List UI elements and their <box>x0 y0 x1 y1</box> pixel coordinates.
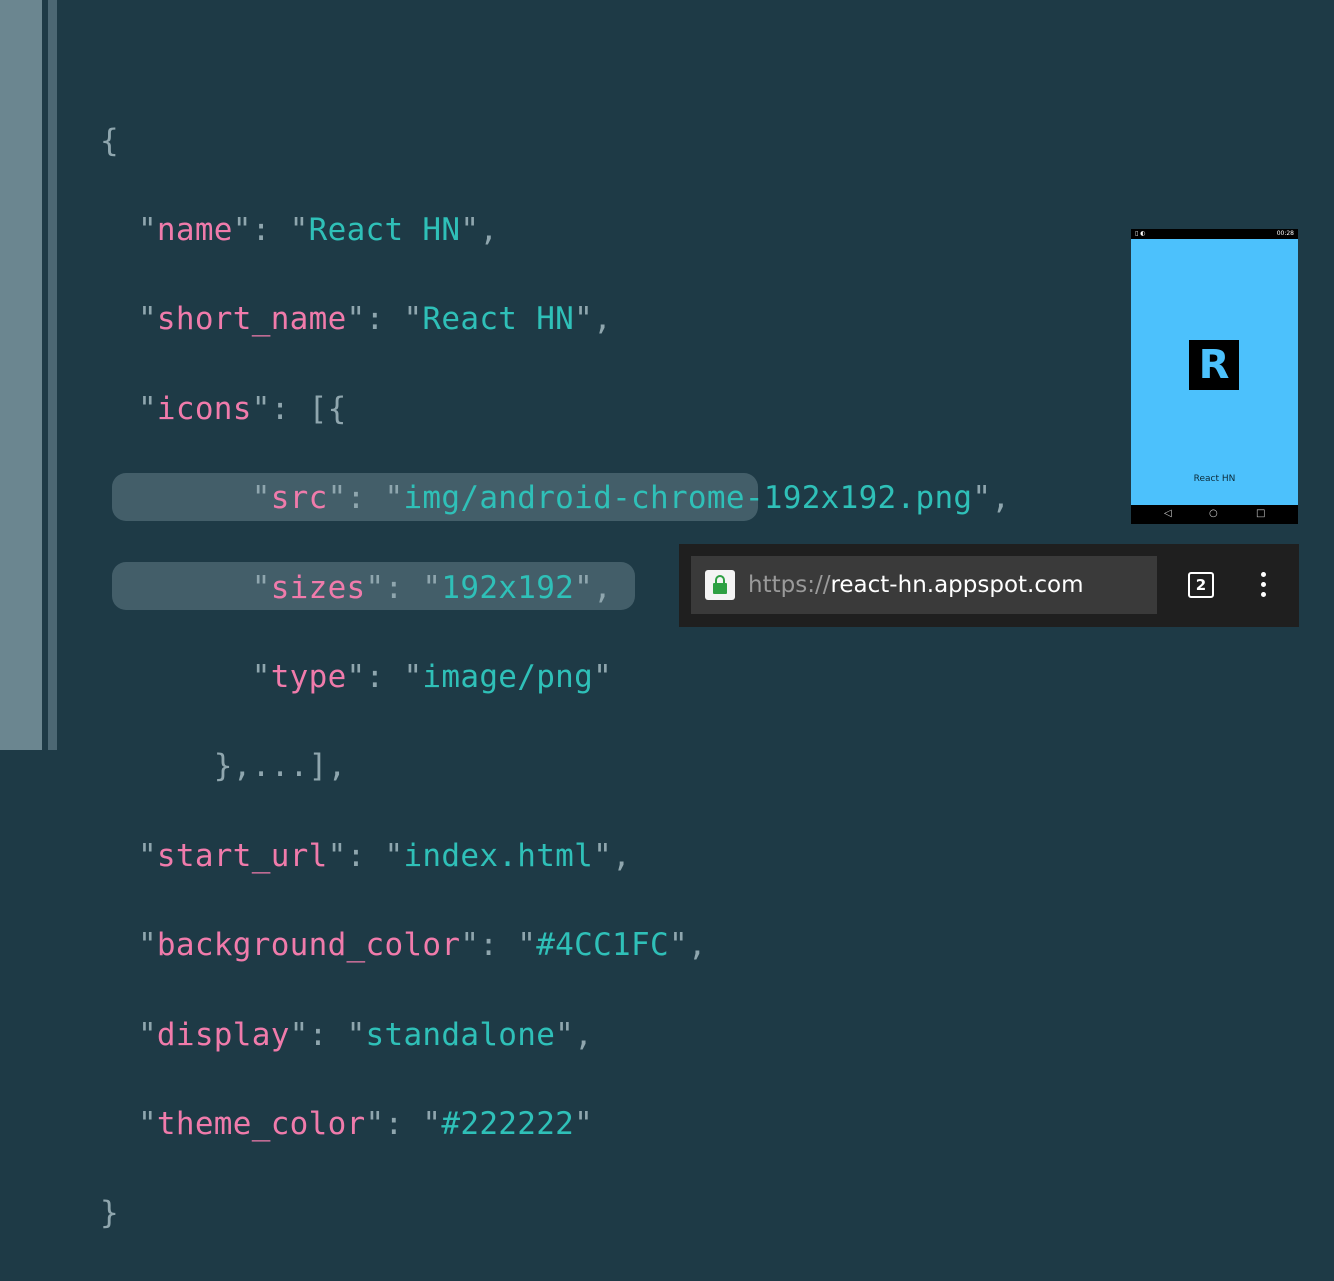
tab-switcher-button[interactable]: 2 <box>1188 572 1214 598</box>
code-line-theme-color: "theme_color": "#222222" <box>137 1106 594 1142</box>
open-brace: { <box>100 122 119 159</box>
background-color-key: background_color <box>156 927 461 964</box>
display-key: display <box>156 1016 290 1053</box>
code-line-icons: "icons": [{ <box>137 390 347 427</box>
gutter-edge <box>48 0 57 750</box>
phone-nav-bar: ◁ ○ □ <box>1131 505 1298 524</box>
start-url-value: index.html <box>403 837 594 874</box>
name-value: React HN <box>308 212 461 249</box>
url-scheme: https:// <box>748 572 831 598</box>
code-line-short-name: "short_name": "React HN", <box>137 301 613 338</box>
close-brace: } <box>100 1195 119 1232</box>
url-text[interactable]: https://react-hn.appspot.com <box>748 570 1083 600</box>
code-line-start-url: "start_url": "index.html", <box>137 837 632 874</box>
recent-apps-icon[interactable]: □ <box>1256 508 1265 519</box>
background-color-value: #4CC1FC <box>536 927 669 964</box>
more-vert-icon[interactable] <box>1259 572 1269 600</box>
splash-app-name: React HN <box>1193 474 1236 484</box>
theme-color-key: theme_color <box>156 1106 366 1142</box>
short-name-value: React HN <box>422 301 575 338</box>
start-url-key: start_url <box>156 837 328 874</box>
code-line-name: "name": "React HN", <box>137 212 499 249</box>
splash-screen: R React HN <box>1131 239 1298 505</box>
status-time: 00:28 <box>1276 230 1294 237</box>
type-key: type <box>270 659 347 696</box>
icons-key: icons <box>156 390 252 427</box>
display-value: standalone <box>365 1016 556 1053</box>
browser-toolbar: https://react-hn.appspot.com 2 <box>679 544 1299 627</box>
lock-icon <box>705 570 735 600</box>
notification-icons: ▯ ◐ <box>1135 230 1146 237</box>
theme-color-value: #222222 <box>441 1106 575 1142</box>
code-line-src: "src": "img/android-chrome-192x192.png", <box>251 480 1011 517</box>
phone-splash-preview: ▯ ◐ 00:28 R React HN ◁ ○ □ <box>1131 229 1298 524</box>
phone-status-bar: ▯ ◐ 00:28 <box>1131 229 1298 239</box>
code-line-display: "display": "standalone", <box>137 1016 594 1053</box>
url-host: react-hn.appspot.com <box>830 572 1084 598</box>
sizes-key: sizes <box>270 569 366 606</box>
icons-close: },...], <box>213 748 347 785</box>
type-value: image/png <box>422 659 594 696</box>
code-line-close: } <box>100 1191 1010 1236</box>
app-logo: R <box>1189 340 1239 390</box>
src-key: src <box>270 480 328 517</box>
code-line-open: { <box>100 119 1010 164</box>
code-line-type: "type": "image/png" <box>251 659 613 696</box>
code-line-icons-close: },...], <box>100 744 1010 789</box>
code-line-background-color: "background_color": "#4CC1FC", <box>137 927 707 964</box>
sizes-value: 192x192 <box>441 569 575 606</box>
address-bar[interactable]: https://react-hn.appspot.com <box>691 556 1157 614</box>
home-icon[interactable]: ○ <box>1209 508 1218 519</box>
name-key: name <box>156 212 233 249</box>
back-icon[interactable]: ◁ <box>1164 508 1172 519</box>
src-value: img/android-chrome-192x192.png <box>403 480 973 517</box>
manifest-code-block: { "name": "React HN", "short_name": "Rea… <box>100 74 1010 1281</box>
short-name-key: short_name <box>156 301 347 338</box>
left-gutter <box>0 0 42 750</box>
